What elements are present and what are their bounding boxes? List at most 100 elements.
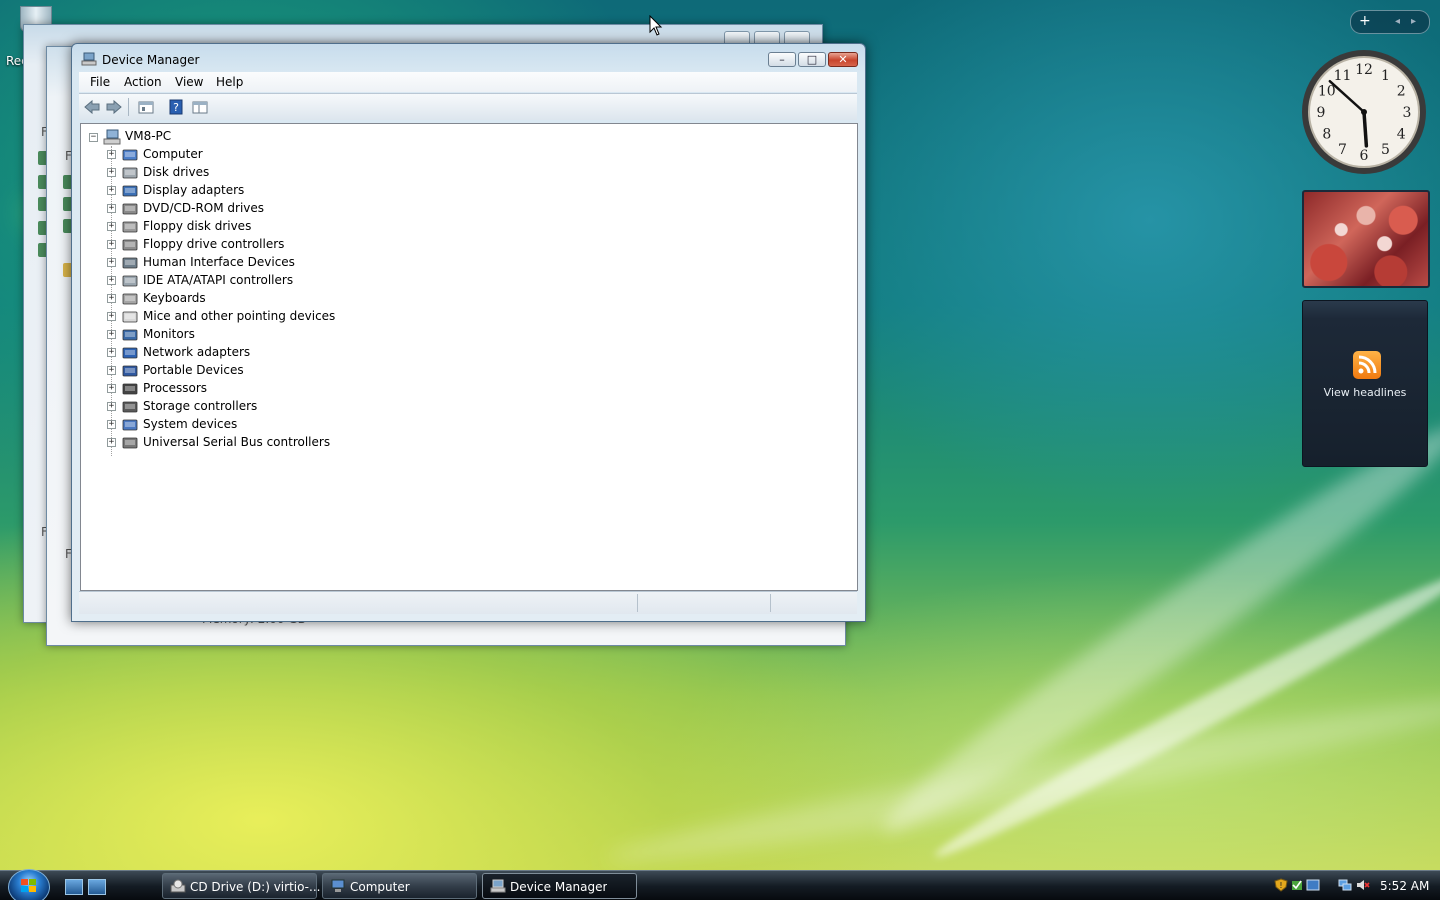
- dvd-drive-icon: [122, 203, 138, 215]
- usb-icon: [122, 437, 138, 449]
- expand-icon[interactable]: +: [107, 312, 116, 321]
- expand-icon[interactable]: +: [107, 240, 116, 249]
- expand-icon[interactable]: +: [107, 384, 116, 393]
- next-icon[interactable]: ▸: [1411, 16, 1416, 27]
- taskbar-label: Computer: [350, 880, 410, 894]
- processor-icon: [122, 383, 138, 395]
- clock-gadget[interactable]: 12 12 3 45678 9 1011: [1300, 48, 1428, 176]
- status-separator: [637, 594, 638, 612]
- clock-number: 11: [1334, 68, 1352, 84]
- prev-icon[interactable]: ◂: [1395, 16, 1400, 27]
- show-hide-console-tree-button[interactable]: [191, 98, 209, 116]
- taskbar-item-cd-drive[interactable]: CD Drive (D:) virtio-...: [162, 873, 321, 899]
- menu-action[interactable]: Action: [124, 75, 162, 89]
- expand-icon[interactable]: +: [107, 258, 116, 267]
- security-alert-icon[interactable]: !: [1274, 878, 1288, 892]
- start-button[interactable]: [8, 869, 50, 900]
- device-manager-icon: [81, 52, 97, 66]
- tree-node-label: Floppy drive controllers: [143, 237, 285, 251]
- floppy-disk-icon: [122, 221, 138, 233]
- show-desktop-icon[interactable]: [65, 879, 83, 895]
- tree-node-label: Keyboards: [143, 291, 206, 305]
- network-adapter-icon: [122, 347, 138, 359]
- taskbar-item-computer[interactable]: Computer: [322, 873, 477, 899]
- computer-icon: [122, 149, 138, 161]
- device-tray-icon[interactable]: [1306, 878, 1320, 892]
- clock-center: [1361, 109, 1367, 115]
- menu-view[interactable]: View: [175, 75, 203, 89]
- expand-icon[interactable]: +: [107, 330, 116, 339]
- collapse-icon[interactable]: −: [89, 133, 98, 142]
- device-tree[interactable]: − VM8-PC + Computer + Disk drives + Display a…: [80, 123, 858, 591]
- back-icon: [84, 99, 100, 115]
- help-icon: ?: [169, 99, 183, 115]
- title-bar[interactable]: Device Manager – □ ✕: [72, 44, 865, 72]
- expand-icon[interactable]: +: [107, 276, 116, 285]
- menu-file[interactable]: File: [90, 75, 110, 89]
- system-device-icon: [122, 419, 138, 431]
- tray-clock[interactable]: 5:52 AM: [1380, 879, 1429, 893]
- switch-windows-icon[interactable]: [88, 879, 106, 895]
- desktop: Rec F F F F Memory: 2.00 GB Device Manag…: [0, 0, 1440, 870]
- clock-number: 8: [1322, 127, 1331, 143]
- minimize-button[interactable]: –: [768, 52, 796, 67]
- expand-icon[interactable]: +: [107, 402, 116, 411]
- window-title: Device Manager: [102, 53, 200, 67]
- expand-icon[interactable]: +: [107, 168, 116, 177]
- add-gadget-icon[interactable]: +: [1359, 13, 1371, 29]
- network-icon[interactable]: [1338, 878, 1352, 892]
- tree-node-label: DVD/CD-ROM drives: [143, 201, 265, 215]
- clock-hour-hand: [1362, 110, 1369, 148]
- close-button[interactable]: ✕: [828, 52, 858, 67]
- maximize-button[interactable]: □: [798, 52, 826, 67]
- volume-muted-icon[interactable]: [1356, 878, 1370, 892]
- tree-node-label: System devices: [143, 417, 238, 431]
- clock-number: 6: [1360, 148, 1369, 164]
- expand-icon[interactable]: +: [107, 294, 116, 303]
- taskbar-label: CD Drive (D:) virtio-...: [190, 880, 321, 894]
- expand-icon[interactable]: +: [107, 204, 116, 213]
- menu-help[interactable]: Help: [216, 75, 243, 89]
- forward-button[interactable]: [105, 98, 123, 116]
- maximize-icon: □: [806, 53, 818, 66]
- clock-number: 3: [1403, 105, 1412, 121]
- status-separator: [770, 594, 771, 612]
- taskbar-item-device-manager[interactable]: Device Manager: [482, 873, 637, 899]
- properties-button[interactable]: [137, 98, 155, 116]
- feed-headlines-gadget[interactable]: View headlines: [1302, 300, 1428, 467]
- properties-icon: [138, 101, 154, 114]
- tree-node-label: Portable Devices: [143, 363, 244, 377]
- back-button[interactable]: [83, 98, 101, 116]
- gadget-controls[interactable]: + ◂ ▸: [1350, 10, 1430, 34]
- windows-logo-icon: [21, 879, 36, 892]
- svg-text:!: !: [1279, 881, 1282, 890]
- clock-number: 2: [1397, 84, 1406, 100]
- device-manager-window[interactable]: Device Manager – □ ✕ File Action View He…: [71, 43, 866, 622]
- windows-defender-icon[interactable]: [1290, 878, 1304, 892]
- expand-icon[interactable]: +: [107, 348, 116, 357]
- tree-node-label: Human Interface Devices: [143, 255, 295, 269]
- minimize-icon: –: [779, 53, 785, 66]
- tree-node-label: Monitors: [143, 327, 195, 341]
- expand-icon[interactable]: +: [107, 186, 116, 195]
- tree-node-label: Computer: [143, 147, 203, 161]
- clock-number: 9: [1317, 105, 1326, 121]
- expand-icon[interactable]: +: [107, 150, 116, 159]
- expand-icon[interactable]: +: [107, 222, 116, 231]
- hid-icon: [122, 257, 138, 269]
- expand-icon[interactable]: +: [107, 420, 116, 429]
- view-headlines-link[interactable]: View headlines: [1303, 386, 1427, 399]
- expand-icon[interactable]: +: [107, 438, 116, 447]
- help-button[interactable]: ?: [167, 98, 185, 116]
- expand-icon[interactable]: +: [107, 366, 116, 375]
- wallpaper-streak: [928, 560, 1440, 870]
- disk-drive-icon: [122, 167, 138, 179]
- clock-number: 1: [1381, 68, 1390, 84]
- tree-node-label: IDE ATA/ATAPI controllers: [143, 273, 294, 287]
- monitor-icon: [122, 329, 138, 341]
- forward-icon: [106, 99, 122, 115]
- tree-node-label: Processors: [143, 381, 208, 395]
- slideshow-gadget[interactable]: [1302, 190, 1430, 288]
- taskbar-label: Device Manager: [510, 880, 608, 894]
- wallpaper-streak: [866, 404, 1440, 856]
